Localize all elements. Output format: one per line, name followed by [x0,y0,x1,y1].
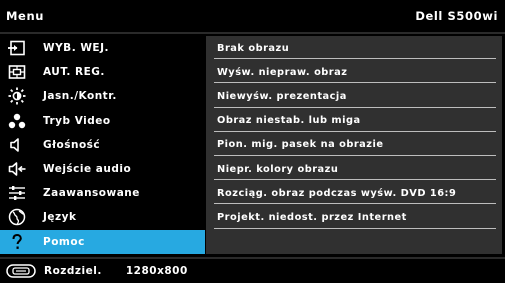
help-item-dvd-stretch[interactable]: Rozciąg. obraz podczas wyśw. DVD 16:9 [206,181,502,205]
projector-model: Dell S500wi [415,9,498,23]
help-item-unstable-image[interactable]: Obraz niestab. lub miga [206,109,502,133]
menu-item-advanced[interactable]: Zaawansowane [0,181,205,205]
brightness-icon [8,87,26,105]
input-source-icon [8,39,26,57]
help-item-label: Wyśw. niepraw. obraz [217,66,348,78]
help-item-label: Brak obrazu [217,42,290,54]
header-divider [0,32,505,34]
menu-item-label: Wejście audio [43,163,132,176]
help-icon [8,233,26,251]
help-submenu: Brak obrazu Wyśw. niepraw. obraz Niewyśw… [206,36,502,254]
menu-item-video-mode[interactable]: Tryb Video [0,109,205,133]
menu-title: Menu [6,9,45,23]
menu-item-input-select[interactable]: WYB. WEJ. [0,36,205,60]
language-globe-icon [8,208,26,226]
menu-item-brightness-contrast[interactable]: Jasn./Kontr. [0,84,205,108]
help-item-wrong-colors[interactable]: Niepr. kolory obrazu [206,157,502,181]
help-item-label: Obraz niestab. lub miga [217,115,361,127]
menu-item-language[interactable]: Język [0,205,205,229]
volume-icon [8,136,26,154]
help-item-label: Rozciąg. obraz podczas wyśw. DVD 16:9 [217,187,457,199]
resolution-icon [6,264,38,278]
resolution-value: 1280x800 [125,265,188,277]
advanced-settings-icon [8,184,26,202]
video-mode-icon [8,112,26,130]
help-item-label: Pion. mig. pasek na obrazie [217,139,384,151]
menu-item-audio-input[interactable]: Wejście audio [0,157,205,181]
menu-item-auto-adjust[interactable]: AUT. REG. [0,60,205,84]
help-item-partial-image[interactable]: Wyśw. niepraw. obraz [206,60,502,84]
menu-item-label: Pomoc [43,235,85,248]
help-item-label: Niewyśw. prezentacja [217,90,347,102]
menu-item-label: Zaawansowane [43,187,140,200]
menu-item-help[interactable]: Pomoc [0,229,205,254]
help-item-no-image[interactable]: Brak obrazu [206,36,502,60]
help-item-no-presentation[interactable]: Niewyśw. prezentacja [206,84,502,108]
menu-item-label: AUT. REG. [43,66,105,79]
help-item-web-projection[interactable]: Projekt. niedost. przez Internet [206,205,502,229]
auto-adjust-icon [8,63,26,81]
help-item-label: Projekt. niedost. przez Internet [217,211,407,223]
footer-divider [0,257,505,259]
menu-item-label: WYB. WEJ. [43,42,109,55]
menu-item-label: Tryb Video [43,114,111,127]
menu-item-label: Język [43,211,77,224]
status-footer: Rozdziel. 1280x800 [6,262,188,280]
menu-item-label: Jasn./Kontr. [43,90,117,103]
projector-osd: Menu Dell S500wi WYB. WEJ. AUT. REG. Jas… [0,0,505,283]
osd-header: Menu Dell S500wi [0,0,505,32]
main-menu: WYB. WEJ. AUT. REG. Jasn./Kontr. Tryb Vi… [0,36,205,256]
help-item-label: Niepr. kolory obrazu [217,163,339,175]
menu-item-volume[interactable]: Głośność [0,133,205,157]
help-item-vertical-bar[interactable]: Pion. mig. pasek na obrazie [206,133,502,157]
resolution-label: Rozdziel. [44,265,102,277]
audio-input-icon [8,160,26,178]
menu-item-label: Głośność [43,138,101,151]
